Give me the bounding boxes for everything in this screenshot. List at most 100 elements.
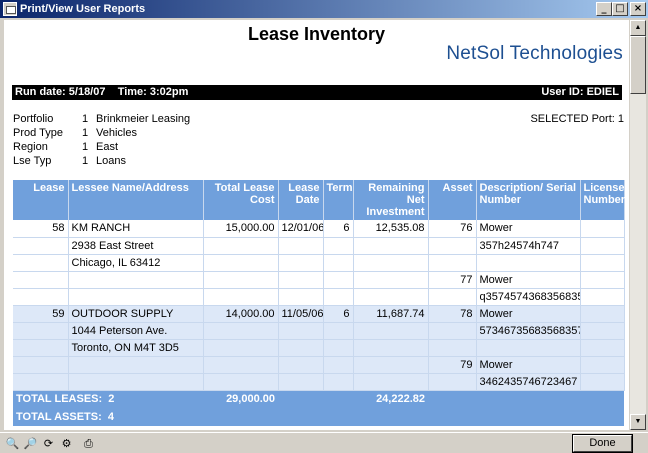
- cell-asset: [428, 373, 477, 391]
- cell-lease-id: [13, 237, 69, 255]
- cell-lease-date: [278, 322, 324, 340]
- cell-lease-date: 11/05/06: [278, 305, 324, 323]
- close-button[interactable]: ×: [630, 2, 646, 16]
- param-row: Portfolio 1 Brinkmeier Leasing: [13, 113, 243, 127]
- blank-cell: [323, 390, 353, 408]
- done-button[interactable]: Done: [572, 434, 633, 453]
- table-row: Toronto, ON M4T 3D5: [13, 339, 625, 357]
- cell-term: [323, 254, 354, 272]
- cell-remaining-investment: 12,535.08: [353, 220, 429, 238]
- cell-remaining-investment: 11,687.74: [353, 305, 429, 323]
- cell-lease-id: [13, 322, 69, 340]
- cell-license-number: [580, 305, 625, 323]
- cell-lease-id: [13, 254, 69, 272]
- user-id: User ID: EDIEL: [541, 86, 619, 98]
- cell-description: Mower: [476, 271, 581, 289]
- scroll-down-icon[interactable]: ▼: [630, 414, 646, 430]
- col-lessee: Lessee Name/Address: [68, 180, 204, 220]
- col-asset: Asset: [428, 180, 477, 220]
- window-title: Print/View User Reports: [20, 3, 146, 15]
- cell-description: [476, 339, 581, 357]
- scroll-up-icon[interactable]: ▲: [630, 20, 646, 36]
- param-row: Region 1 East: [13, 141, 243, 155]
- cell-asset: 79: [428, 356, 477, 374]
- cell-lease-id: 59: [13, 305, 69, 323]
- refresh-icon[interactable]: ⟳: [40, 436, 57, 451]
- maximize-button[interactable]: □: [612, 2, 628, 16]
- cell-term: 6: [323, 220, 354, 238]
- cell-lease-date: [278, 356, 324, 374]
- param-value: 1: [82, 127, 89, 139]
- cell-lessee: 2938 East Street: [68, 237, 204, 255]
- cell-description: [476, 254, 581, 272]
- cell-license-number: [580, 356, 625, 374]
- cell-lease-date: [278, 339, 324, 357]
- cell-term: [323, 356, 354, 374]
- table-row: 58 KM RANCH 15,000.00 12/01/06 6 12,535.08 76 M…: [13, 220, 625, 238]
- cell-asset: 78: [428, 305, 477, 323]
- cell-license-number: [580, 288, 625, 306]
- col-license: License Number: [580, 180, 625, 220]
- cell-remaining-investment: [353, 339, 429, 357]
- cell-total-lease-cost: [203, 339, 279, 357]
- run-info-bar: Run date: 5/18/07 Time: 3:02pm User ID: …: [12, 85, 622, 100]
- cell-asset: [428, 288, 477, 306]
- cell-asset: [428, 254, 477, 272]
- table-row: 2938 East Street 357h24574h747: [13, 237, 625, 255]
- cell-total-lease-cost: [203, 356, 279, 374]
- cell-term: [323, 339, 354, 357]
- cell-lessee: OUTDOOR SUPPLY: [68, 305, 204, 323]
- app-icon: [3, 2, 17, 16]
- print-icon[interactable]: ⎙: [80, 436, 97, 451]
- cell-lease-id: [13, 356, 69, 374]
- minimize-button[interactable]: _: [596, 2, 612, 16]
- brand-logo: NetSol Technologies: [446, 43, 623, 64]
- cell-asset: 76: [428, 220, 477, 238]
- cell-term: [323, 373, 354, 391]
- status-bar: 🔍 🔎 ⟳ ⚙ ⎙ Done: [0, 432, 648, 453]
- cell-total-lease-cost: [203, 288, 279, 306]
- cell-description: 573467356835683578: [476, 322, 581, 340]
- zoom-in-icon[interactable]: 🔍: [4, 436, 21, 451]
- table-row: 1044 Peterson Ave. 573467356835683578: [13, 322, 625, 340]
- cell-lease-date: [278, 373, 324, 391]
- total-assets-label: TOTAL ASSETS: 4: [13, 408, 624, 426]
- param-desc: East: [96, 141, 119, 153]
- cell-total-lease-cost: [203, 237, 279, 255]
- cell-lessee: KM RANCH: [68, 220, 204, 238]
- blank-cell: [580, 390, 624, 408]
- cell-asset: [428, 322, 477, 340]
- table-body: 58 KM RANCH 15,000.00 12/01/06 6 12,535.08 76 M…: [13, 220, 625, 391]
- vertical-scrollbar[interactable]: ▲ ▼: [630, 20, 646, 430]
- cell-total-lease-cost: [203, 271, 279, 289]
- blank-cell: [476, 390, 580, 408]
- table-header-row: Lease Lessee Name/Address Total Lease Co…: [13, 180, 625, 220]
- cell-total-lease-cost: [203, 373, 279, 391]
- cell-remaining-investment: [353, 237, 429, 255]
- table-row: 3462435746723467: [13, 373, 625, 391]
- cell-lease-id: [13, 373, 69, 391]
- zoom-out-icon[interactable]: 🔎: [22, 436, 39, 451]
- cell-lessee: [68, 356, 204, 374]
- cell-description: 3462435746723467: [476, 373, 581, 391]
- table-row: 59 OUTDOOR SUPPLY 14,000.00 11/05/06 6 11,687…: [13, 305, 625, 323]
- cell-term: [323, 271, 354, 289]
- cell-term: [323, 288, 354, 306]
- table-row: q357457436835683568: [13, 288, 625, 306]
- report-parameters: Portfolio 1 Brinkmeier Leasing Prod Type…: [13, 113, 243, 169]
- param-label: Lse Typ: [13, 155, 52, 167]
- cell-lessee: [68, 373, 204, 391]
- print-setup-icon[interactable]: ⚙: [58, 436, 75, 451]
- param-desc: Brinkmeier Leasing: [96, 113, 191, 125]
- cell-lease-date: [278, 237, 324, 255]
- cell-lease-id: [13, 339, 69, 357]
- scroll-thumb[interactable]: [630, 36, 646, 94]
- blank-cell: [278, 390, 323, 408]
- cell-lessee: Chicago, IL 63412: [68, 254, 204, 272]
- cell-remaining-investment: [353, 373, 429, 391]
- param-value: 1: [82, 113, 89, 125]
- cell-lease-date: [278, 288, 324, 306]
- col-lease-date: Lease Date: [278, 180, 324, 220]
- param-value: 1: [82, 141, 89, 153]
- cell-description: q357457436835683568: [476, 288, 581, 306]
